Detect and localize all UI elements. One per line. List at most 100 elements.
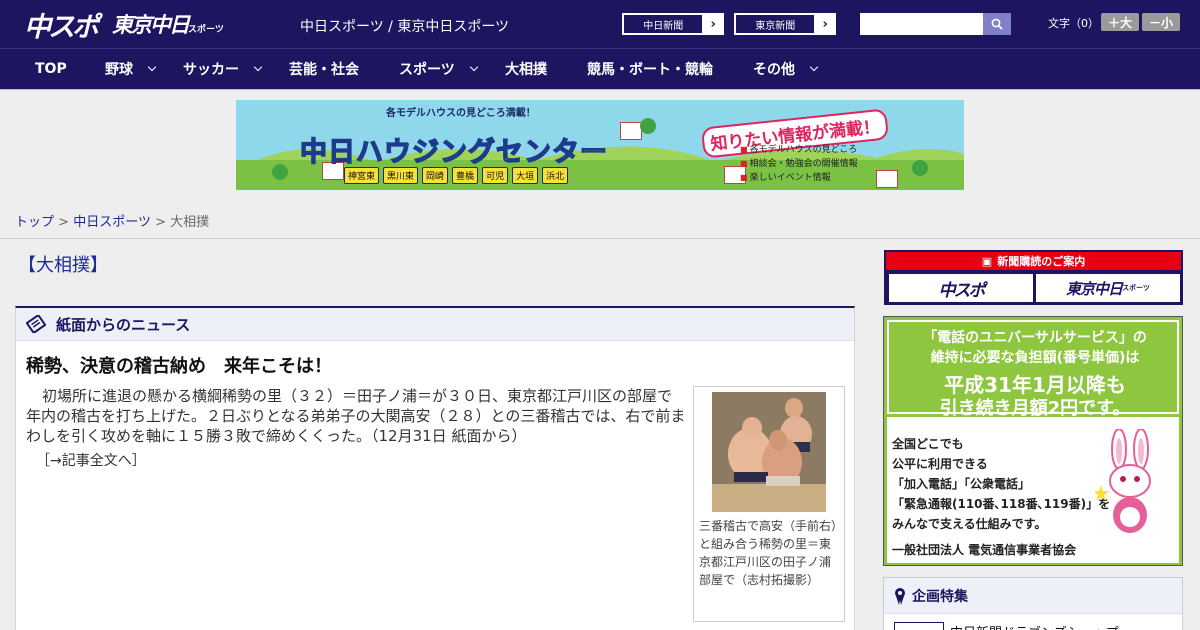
chevron-down-icon — [253, 62, 263, 72]
news-box: 紙面からのニュース 稀勢、決意の稽古納め 来年こそは！ 初場所に進退の懸かる横綱… — [15, 306, 855, 630]
tree-icon — [912, 160, 928, 176]
search-icon — [991, 18, 1003, 30]
ad-text: 全国どこでも — [892, 437, 964, 451]
nav-racing[interactable]: 競馬・ボート・競輪 — [587, 49, 713, 89]
breadcrumb-home-link[interactable]: トップ — [15, 215, 54, 230]
house-icon — [620, 122, 642, 140]
banner-info-item: 各モデルハウスの見どころ — [740, 142, 858, 155]
ad-organization: 一般社団法人 電気通信事業者協会 — [892, 543, 1077, 557]
chusupo-logo[interactable]: 中スポ — [24, 5, 99, 44]
tokyo-chunichi-logo[interactable]: 東京中日スポーツ — [112, 9, 224, 39]
town-tag: 浜北 — [542, 167, 569, 184]
sumo-wrestlers-image — [712, 392, 826, 512]
subscribe-tokyo-suffix: スポーツ — [1122, 284, 1150, 292]
nav-other[interactable]: その他 — [753, 49, 819, 89]
nav-entertainment[interactable]: 芸能・社会 — [289, 49, 359, 89]
housing-center-banner[interactable]: 各モデルハウスの見どころ満載！ 中日ハウジングセンター 知りたい情報が満載！ 各… — [236, 100, 964, 190]
subscribe-tokyo-text: 東京中日 — [1066, 279, 1123, 298]
town-tag: 可児 — [482, 167, 509, 184]
subscribe-tokyo-chunichi-button[interactable]: 東京中日 スポーツ — [1036, 274, 1180, 302]
tokyo-logo-suffix: スポーツ — [188, 25, 224, 35]
search-button[interactable] — [983, 13, 1011, 35]
ad-text: 「加入電話」「公衆電話」 — [892, 477, 1031, 491]
ad-line: 「電話のユニバーサルサービス」の — [923, 330, 1147, 346]
ad-text: みんなで支える仕組みです。 — [892, 517, 1047, 531]
house-icon — [876, 170, 898, 188]
town-list: 神宮東 黒川東 岡崎 豊橋 可児 大垣 浜北 — [344, 167, 569, 184]
nav-label: 野球 — [105, 62, 133, 78]
nav-soccer[interactable]: サッカー — [183, 49, 263, 89]
breadcrumb-section-link[interactable]: 中日スポーツ — [73, 215, 151, 230]
ad-text: 公平に利用できる — [892, 457, 988, 471]
ticket-icon: ▣ — [981, 254, 993, 268]
nav-label: サッカー — [183, 62, 239, 78]
feature-title: 企画特集 — [912, 588, 968, 605]
article-photo-box: 三番稽古で高安（手前右）と組み合う稀勢の里＝東京都江戸川区の田子ノ浦部屋で（志村… — [693, 386, 845, 622]
site-names: 中日スポーツ / 東京中日スポーツ — [300, 19, 510, 35]
article-title[interactable]: 稀勢、決意の稽古納め 来年こそは！ — [26, 352, 332, 378]
nav-label: 大相撲 — [505, 62, 547, 78]
read-more-link[interactable]: ［→記事全文へ］ — [36, 450, 146, 470]
subscription-title: 新聞購読のご案内 — [997, 255, 1086, 268]
tree-icon — [640, 118, 656, 134]
chunichi-shimbun-label: 中日新聞 — [623, 14, 704, 34]
feature-thumbnail[interactable] — [894, 622, 944, 630]
subscription-header: ▣ 新聞購読のご案内 — [886, 252, 1181, 270]
nav-sports[interactable]: スポーツ — [399, 49, 478, 89]
chevron-down-icon — [809, 62, 819, 72]
nav-label: スポーツ — [399, 62, 455, 78]
chevron-right-icon: › — [815, 14, 835, 34]
universal-service-ad[interactable]: 「電話のユニバーサルサービス」の 維持に必要な負担額(番号単価)は 平成31年1… — [883, 316, 1183, 566]
nav-label: 芸能・社会 — [289, 62, 359, 78]
nav-sumo[interactable]: 大相撲 — [505, 49, 547, 89]
feature-item-link[interactable]: 中日新聞ドラゴンズショップ — [950, 622, 1119, 630]
town-tag: 神宮東 — [344, 167, 380, 184]
font-size-label: 文字（0） — [1048, 17, 1099, 30]
town-tag: 豊橋 — [452, 167, 479, 184]
sumo-photo[interactable] — [712, 392, 826, 512]
chevron-down-icon — [469, 62, 478, 72]
breadcrumb-current: 大相撲 — [170, 215, 210, 230]
feature-header: 企画特集 — [884, 578, 1182, 614]
breadcrumb-separator: > — [58, 215, 70, 230]
news-box-title: 紙面からのニュース — [56, 315, 191, 334]
banner-info-item: 楽しいイベント情報 — [740, 170, 831, 183]
font-larger-button[interactable]: ＋大 — [1101, 13, 1139, 31]
town-tag: 黒川東 — [383, 167, 419, 184]
nav-label: TOP — [35, 61, 67, 77]
category-heading: 【大相撲】 — [18, 255, 108, 276]
ribbon-icon — [895, 587, 905, 605]
subscription-box: ▣ 新聞購読のご案内 中スポ 東京中日 スポーツ — [884, 250, 1183, 305]
article-body: 初場所に進退の懸かる横綱稀勢の里（３２）＝田子ノ浦＝が３０日、東京都江戸川区の部… — [26, 387, 686, 445]
breadcrumb-separator: > — [155, 215, 166, 230]
chunichi-shimbun-button[interactable]: 中日新聞 › — [622, 13, 724, 35]
search-input[interactable] — [860, 13, 983, 35]
divider — [0, 238, 1200, 239]
tokyo-shimbun-button[interactable]: 東京新聞 › — [734, 13, 836, 35]
ad-headline-block: 「電話のユニバーサルサービス」の 維持に必要な負担額(番号単価)は 平成31年1… — [887, 320, 1179, 419]
chevron-right-icon: › — [703, 14, 723, 34]
nav-label: 競馬・ボート・競輪 — [587, 62, 713, 78]
town-tag: 岡崎 — [422, 167, 449, 184]
tokyo-shimbun-label: 東京新聞 — [735, 14, 816, 34]
feature-box: 企画特集 中日新聞ドラゴンズショップ — [883, 577, 1183, 630]
chevron-down-icon — [147, 62, 157, 72]
banner-top-text: 各モデルハウスの見どころ満載！ — [386, 108, 536, 119]
newspaper-icon — [26, 315, 46, 333]
ad-body-block: 全国どこでも 公平に利用できる 「加入電話」「公衆電話」 「緊急通報(110番､… — [887, 417, 1179, 563]
font-smaller-button[interactable]: －小 — [1142, 13, 1180, 31]
tree-icon — [272, 164, 288, 180]
nav-top[interactable]: TOP — [35, 49, 67, 89]
ad-text: 「緊急通報(110番､118番､119番)」を — [892, 497, 1111, 511]
tokyo-logo-text: 東京中日 — [112, 13, 190, 37]
town-tag: 大垣 — [512, 167, 539, 184]
news-box-header: 紙面からのニュース — [16, 308, 854, 341]
nav-label: その他 — [753, 62, 795, 78]
breadcrumb: トップ > 中日スポーツ > 大相撲 — [15, 211, 209, 230]
ad-line: 維持に必要な負担額(番号単価)は — [930, 350, 1140, 366]
nav-baseball[interactable]: 野球 — [105, 49, 157, 89]
photo-caption: 三番稽古で高安（手前右）と組み合う稀勢の里＝東京都江戸川区の田子ノ浦部屋で（志村… — [699, 519, 838, 587]
main-nav: TOP 野球 サッカー 芸能・社会 スポーツ 大相撲 競馬・ボート・競輪 その他 — [0, 48, 1200, 90]
subscribe-chusupo-button[interactable]: 中スポ — [889, 274, 1033, 302]
banner-info-item: 相談会・勉強会の開催情報 — [740, 156, 858, 169]
